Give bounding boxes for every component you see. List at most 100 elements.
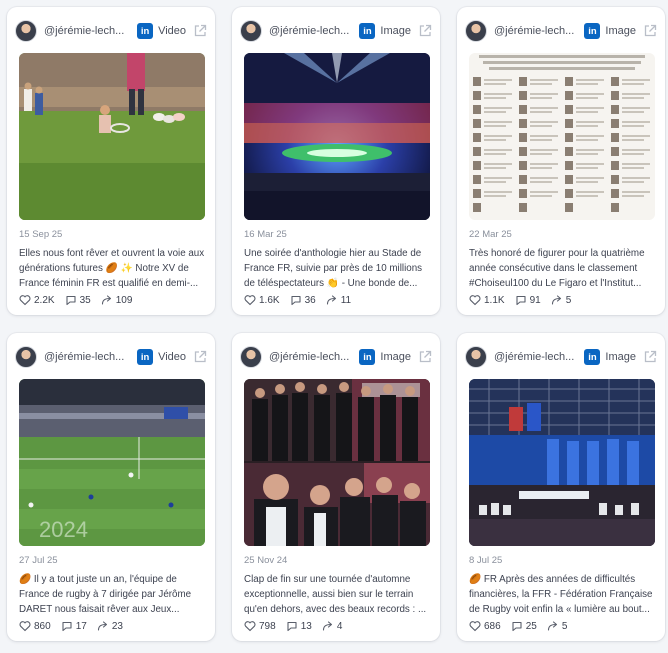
post-date: 25 Nov 24 xyxy=(244,555,288,566)
heart-icon xyxy=(19,621,31,632)
post-text: Clap de fin sur une tournée d'automne ex… xyxy=(244,574,427,615)
post-type-label: Video xyxy=(158,25,186,37)
author-handle: @jérémie-lech... xyxy=(494,351,575,363)
share-icon xyxy=(326,295,336,305)
shares-stat: 5 xyxy=(547,620,568,632)
external-link-icon[interactable] xyxy=(643,24,657,38)
comments-count: 36 xyxy=(304,294,316,306)
shares-stat: 23 xyxy=(97,620,123,632)
comments-count: 25 xyxy=(525,620,537,632)
linkedin-icon: in xyxy=(584,23,601,39)
post-stats: 2.2K 35 109 xyxy=(19,294,142,306)
post-card[interactable]: @jérémie-lech... in Video 2024 27 Jul 25… xyxy=(7,333,215,641)
avatar xyxy=(240,346,262,368)
svg-text:2024: 2024 xyxy=(39,517,88,542)
comments-stat: 13 xyxy=(286,620,312,632)
share-icon xyxy=(101,295,111,305)
likes-count: 686 xyxy=(484,620,501,632)
avatar xyxy=(465,346,487,368)
share-icon xyxy=(97,621,107,631)
author-handle: @jérémie-lech... xyxy=(494,25,575,37)
heart-icon xyxy=(469,621,481,632)
likes-stat: 1.1K xyxy=(469,294,505,306)
post-date: 16 Mar 25 xyxy=(244,229,287,240)
shares-stat: 4 xyxy=(322,620,342,632)
avatar xyxy=(240,20,262,42)
avatar xyxy=(15,20,37,42)
post-header: @jérémie-lech... in Video xyxy=(15,345,207,369)
post-header: @jérémie-lech... in Image xyxy=(240,345,432,369)
post-card[interactable]: @jérémie-lech... in Image 8 Jul 25 🏉 FR … xyxy=(457,333,665,641)
share-icon xyxy=(551,295,561,305)
shares-stat: 109 xyxy=(101,294,133,306)
linkedin-icon: in xyxy=(359,23,376,39)
post-card[interactable]: @jérémie-lech... in Image xyxy=(232,7,440,315)
comment-icon xyxy=(62,621,72,632)
post-date: 15 Sep 25 xyxy=(19,229,63,240)
shares-count: 5 xyxy=(565,294,572,306)
post-type-label: Image xyxy=(605,351,636,363)
likes-stat: 686 xyxy=(469,620,501,632)
comment-icon xyxy=(291,295,301,306)
linkedin-icon: in xyxy=(359,349,376,365)
comments-count: 17 xyxy=(75,620,87,632)
comments-stat: 91 xyxy=(515,294,541,306)
post-text: 🏉 FR Après des années de difficultés fin… xyxy=(469,574,653,615)
shares-count: 11 xyxy=(340,294,352,306)
post-card[interactable]: @jérémie-lech... in Video 15 Sep 25 Elle… xyxy=(7,7,215,315)
shares-count: 109 xyxy=(115,294,133,306)
likes-count: 798 xyxy=(259,620,276,632)
avatar xyxy=(15,346,37,368)
external-link-icon[interactable] xyxy=(643,350,657,364)
post-media[interactable] xyxy=(244,379,430,546)
post-stats: 798 13 4 xyxy=(244,620,352,632)
comments-stat: 36 xyxy=(290,294,316,306)
comments-stat: 35 xyxy=(65,294,91,306)
external-link-icon[interactable] xyxy=(193,350,207,364)
linkedin-icon: in xyxy=(137,23,154,39)
post-card[interactable]: @jérémie-lech... in Image xyxy=(232,333,440,641)
comments-stat: 25 xyxy=(511,620,537,632)
comment-icon xyxy=(512,621,522,632)
post-media[interactable]: 2024 xyxy=(19,379,205,546)
post-stats: 1.1K 91 5 xyxy=(469,294,581,306)
heart-icon xyxy=(244,621,256,632)
likes-stat: 2.2K xyxy=(19,294,55,306)
external-link-icon[interactable] xyxy=(418,350,432,364)
author-handle: @jérémie-lech... xyxy=(269,351,350,363)
post-card[interactable]: @jérémie-lech... in Image xyxy=(457,7,665,315)
post-type-label: Image xyxy=(380,351,411,363)
linkedin-icon: in xyxy=(584,349,601,365)
post-media[interactable] xyxy=(19,53,205,220)
post-media[interactable] xyxy=(469,379,655,546)
comments-count: 13 xyxy=(300,620,312,632)
share-icon xyxy=(547,621,557,631)
author-handle: @jérémie-lech... xyxy=(269,25,350,37)
author-handle: @jérémie-lech... xyxy=(44,351,125,363)
likes-stat: 1.6K xyxy=(244,294,280,306)
likes-count: 2.2K xyxy=(34,294,55,306)
heart-icon xyxy=(469,295,481,306)
likes-count: 1.6K xyxy=(259,294,280,306)
post-media[interactable] xyxy=(469,53,655,220)
post-header: @jérémie-lech... in Image xyxy=(465,19,657,43)
post-text: Elles nous font rêver et ouvrent la voie… xyxy=(19,248,205,289)
external-link-icon[interactable] xyxy=(418,24,432,38)
post-date: 27 Jul 25 xyxy=(19,555,58,566)
post-type-label: Image xyxy=(380,25,411,37)
post-type-label: Video xyxy=(158,351,186,363)
post-header: @jérémie-lech... in Image xyxy=(465,345,657,369)
post-media[interactable] xyxy=(244,53,430,220)
comments-count: 35 xyxy=(79,294,91,306)
post-stats: 1.6K 36 11 xyxy=(244,294,361,306)
comments-stat: 17 xyxy=(61,620,87,632)
external-link-icon[interactable] xyxy=(193,24,207,38)
author-handle: @jérémie-lech... xyxy=(44,25,125,37)
post-type-label: Image xyxy=(605,25,636,37)
linkedin-icon: in xyxy=(137,349,154,365)
shares-count: 5 xyxy=(561,620,568,632)
likes-count: 860 xyxy=(34,620,51,632)
comment-icon xyxy=(516,295,526,306)
post-text: 🏉 Il y a tout juste un an, l'équipe de F… xyxy=(19,574,192,615)
shares-stat: 5 xyxy=(551,294,572,306)
